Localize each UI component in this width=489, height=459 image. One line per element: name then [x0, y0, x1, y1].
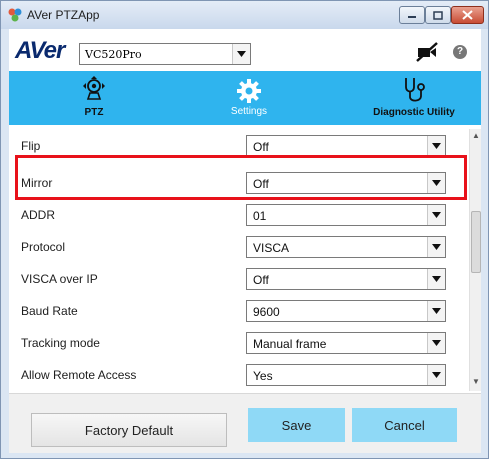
select-value: 9600 [253, 305, 280, 319]
select-value: Off [253, 273, 269, 287]
tab-bar: PTZ Settings Diagnostic Utility [9, 71, 481, 125]
scroll-up-icon[interactable]: ▲ [470, 131, 482, 143]
chevron-down-icon[interactable] [427, 173, 445, 193]
maximize-button[interactable] [425, 6, 451, 24]
baud-rate-select[interactable]: 9600 [246, 300, 446, 322]
maximize-icon [433, 10, 443, 20]
chevron-down-icon[interactable] [427, 333, 445, 353]
mirror-select[interactable]: Off [246, 172, 446, 194]
setting-label: Tracking mode [21, 336, 100, 350]
setting-row-baud-rate: Baud Rate 9600 [9, 296, 469, 326]
tab-ptz[interactable]: PTZ [54, 71, 134, 125]
save-button[interactable]: Save [248, 408, 345, 442]
setting-label: ADDR [21, 208, 56, 222]
setting-row-flip: Flip Off [9, 131, 469, 161]
tracking-mode-select[interactable]: Manual frame [246, 332, 446, 354]
chevron-down-icon[interactable] [427, 205, 445, 225]
setting-row-allow-remote-access: Allow Remote Access Yes [9, 360, 469, 390]
tab-ptz-label: PTZ [84, 107, 104, 118]
select-value: VISCA [253, 241, 290, 255]
factory-default-button[interactable]: Factory Default [31, 413, 227, 447]
addr-select[interactable]: 01 [246, 204, 446, 226]
window-title: AVer PTZApp [27, 8, 100, 22]
app-window: AVer PTZApp AVer VC520Pro ? PTZ Settings… [0, 0, 489, 459]
allow-remote-access-select[interactable]: Yes [246, 364, 446, 386]
setting-row-addr: ADDR 01 [9, 200, 469, 230]
chevron-down-icon[interactable] [427, 365, 445, 385]
visca-over-ip-select[interactable]: Off [246, 268, 446, 290]
setting-row-visca-over-ip: VISCA over IP Off [9, 264, 469, 294]
protocol-select[interactable]: VISCA [246, 236, 446, 258]
setting-row-mirror: Mirror Off [9, 168, 469, 198]
footer-bar: Factory Default Save Cancel [9, 393, 481, 453]
setting-row-protocol: Protocol VISCA [9, 232, 469, 262]
setting-row-tracking-mode: Tracking mode Manual frame [9, 328, 469, 358]
app-header: AVer VC520Pro ? [9, 29, 481, 71]
settings-list: Flip Off Mirror Off ADDR 01 Protocol VIS… [9, 125, 481, 393]
model-select[interactable]: VC520Pro [79, 43, 251, 65]
select-value: Off [253, 177, 269, 191]
cancel-button[interactable]: Cancel [352, 408, 457, 442]
setting-label: Baud Rate [21, 304, 78, 318]
chevron-down-icon[interactable] [427, 301, 445, 321]
chevron-down-icon[interactable] [427, 136, 445, 156]
client-area: AVer VC520Pro ? PTZ Settings Diagnostic … [9, 29, 481, 453]
settings-scrollbar[interactable]: ▲ ▼ [469, 129, 481, 391]
tab-diagnostic[interactable]: Diagnostic Utility [354, 71, 474, 125]
scroll-down-icon[interactable]: ▼ [470, 377, 482, 389]
app-icon [8, 8, 22, 22]
close-button[interactable] [451, 6, 484, 24]
chevron-down-icon[interactable] [427, 269, 445, 289]
select-value: 01 [253, 209, 267, 223]
minimize-button[interactable] [399, 6, 425, 24]
setting-label: Protocol [21, 240, 66, 254]
title-bar[interactable]: AVer PTZApp [1, 1, 488, 29]
camera-mute-icon[interactable] [414, 41, 440, 63]
help-icon[interactable]: ? [453, 45, 467, 59]
select-value: Manual frame [253, 337, 327, 351]
setting-label: Allow Remote Access [21, 368, 137, 382]
select-value: Yes [253, 369, 273, 383]
select-value: Off [253, 140, 269, 154]
tab-diagnostic-label: Diagnostic Utility [373, 107, 455, 118]
chevron-down-icon[interactable] [232, 44, 250, 64]
gear-icon [237, 79, 261, 103]
camera-icon [83, 76, 105, 100]
model-select-value: VC520Pro [85, 48, 142, 61]
aver-logo: AVer [15, 37, 65, 64]
tab-settings[interactable]: Settings [204, 71, 294, 125]
setting-label: VISCA over IP [21, 272, 98, 286]
setting-label: Mirror [21, 176, 53, 190]
tab-settings-label: Settings [230, 106, 268, 117]
stethoscope-icon [405, 78, 425, 102]
flip-select[interactable]: Off [246, 135, 446, 157]
close-icon [462, 10, 473, 20]
scrollbar-thumb[interactable] [471, 211, 481, 273]
chevron-down-icon[interactable] [427, 237, 445, 257]
minimize-icon [408, 16, 416, 18]
setting-label: Flip [21, 139, 41, 153]
